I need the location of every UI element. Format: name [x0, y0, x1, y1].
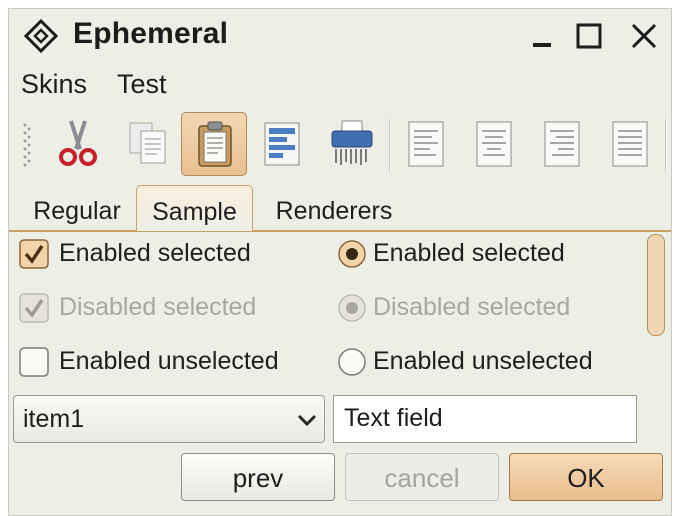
align-right-icon	[544, 121, 580, 167]
align-left-icon	[408, 121, 444, 167]
toolbar	[9, 109, 671, 179]
align-justify-icon	[612, 121, 648, 167]
radio-selected-icon[interactable]	[337, 239, 367, 269]
radio-enabled-selected[interactable]: Enabled selected	[337, 237, 627, 271]
menu-skins[interactable]: Skins	[21, 69, 87, 100]
tab-strip: Regular Sample Renderers	[9, 185, 671, 232]
checkbox-label: Disabled selected	[59, 293, 257, 321]
menu-bar: Skins Test	[9, 65, 671, 105]
toolbar-grip-icon[interactable]	[21, 121, 33, 169]
align-left-button[interactable]	[393, 112, 459, 176]
radio-selected-disabled-icon	[338, 294, 366, 322]
align-center-button[interactable]	[461, 112, 527, 176]
align-right-button[interactable]	[529, 112, 595, 176]
document-button[interactable]	[249, 112, 315, 176]
chevron-down-icon	[297, 414, 317, 427]
cut-button[interactable]	[45, 112, 111, 176]
radio-disabled-selected: Disabled selected	[337, 291, 627, 325]
menu-test[interactable]: Test	[117, 69, 167, 100]
tab-regular[interactable]: Regular	[17, 189, 137, 231]
tab-sample[interactable]: Sample	[136, 185, 253, 231]
prev-button[interactable]: prev	[181, 453, 335, 501]
copy-icon	[129, 122, 166, 164]
document-icon	[264, 122, 300, 166]
cut-icon	[59, 120, 97, 166]
align-center-icon	[476, 121, 512, 167]
paste-button[interactable]	[181, 112, 247, 176]
app-window: Ephemeral Skins Test Regular Sample Rend…	[8, 8, 672, 516]
app-diamond-icon	[24, 19, 58, 53]
tab-renderers[interactable]: Renderers	[263, 189, 405, 231]
radio-label: Enabled selected	[373, 239, 565, 267]
item-combo-box[interactable]: item1	[13, 395, 325, 443]
radio-enabled-unselected[interactable]: Enabled unselected	[337, 345, 627, 379]
toolbar-separator	[665, 119, 667, 173]
close-icon[interactable]	[626, 19, 662, 55]
checkbox-disabled-selected: Disabled selected	[19, 291, 319, 325]
minimize-icon[interactable]	[525, 19, 561, 55]
title-bar: Ephemeral	[9, 9, 671, 65]
cancel-button: cancel	[345, 453, 499, 501]
checkbox-unchecked-icon[interactable]	[19, 347, 49, 377]
paste-icon	[198, 121, 232, 167]
copy-button[interactable]	[115, 112, 181, 176]
combo-value: item1	[23, 405, 85, 433]
vertical-scrollbar-thumb[interactable]	[647, 234, 665, 336]
maximize-icon[interactable]	[571, 19, 607, 55]
radio-label: Enabled unselected	[373, 347, 593, 375]
text-field[interactable]: Text field	[333, 395, 637, 443]
checkbox-checked-icon[interactable]	[19, 239, 49, 269]
window-title: Ephemeral	[73, 17, 229, 50]
shredder-button[interactable]	[319, 112, 385, 176]
checkbox-checked-disabled-icon	[19, 293, 49, 323]
checkbox-enabled-selected[interactable]: Enabled selected	[19, 237, 319, 271]
ok-button[interactable]: OK	[509, 453, 663, 501]
radio-label: Disabled selected	[373, 293, 571, 321]
align-justify-button[interactable]	[597, 112, 663, 176]
checkbox-label: Enabled selected	[59, 239, 251, 267]
checkbox-enabled-unselected[interactable]: Enabled unselected	[19, 345, 319, 379]
radio-unselected-icon[interactable]	[337, 347, 367, 377]
shredder-icon	[331, 120, 373, 165]
toolbar-separator	[389, 119, 391, 173]
checkbox-label: Enabled unselected	[59, 347, 279, 375]
